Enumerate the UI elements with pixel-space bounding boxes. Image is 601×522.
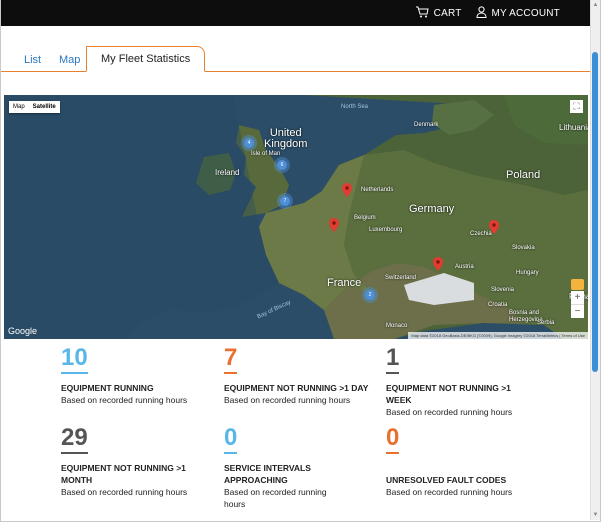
map-label-switzerland: Switzerland (385, 275, 417, 281)
map-label-isle-of-man: Isle of Man (251, 151, 281, 157)
stat-value: 0 (224, 425, 238, 454)
stat-subtitle: Based on recorded running hours (61, 487, 188, 497)
map-pin-icon[interactable] (342, 183, 352, 197)
stat-subtitle: Based on recorded running hours (224, 395, 351, 405)
cart-label: CART (433, 8, 462, 19)
map-pin-icon[interactable] (433, 257, 443, 271)
my-account-label: MY ACCOUNT (491, 8, 560, 19)
map-type-control: Map Satellite (9, 101, 60, 113)
map-label-croatia: Croatia (488, 302, 508, 308)
stat-value: 29 (61, 425, 88, 454)
map-type-satellite-button[interactable]: Satellite (29, 101, 60, 113)
map-label-slovenia: Slovenia (491, 287, 515, 293)
stat-subtitle: Based on recorded running hours (386, 407, 513, 417)
map-label-germany: Germany (409, 203, 455, 215)
map-label-lithuania: Lithuania (559, 123, 588, 132)
map-label-france: France (327, 277, 362, 289)
stat-equipment-running: 10 EQUIPMENT RUNNING Based on recorded r… (61, 345, 221, 406)
stat-unresolved-fault-codes: 0 UNRESOLVED FAULT CODES Based on record… (386, 425, 546, 498)
stat-title: UNRESOLVED FAULT CODES (386, 475, 507, 485)
stat-value: 1 (386, 345, 400, 374)
user-icon (475, 6, 487, 21)
zoom-in-button[interactable]: + (571, 291, 584, 304)
stat-subtitle: Based on recorded running hours (386, 487, 513, 497)
stat-title: EQUIPMENT NOT RUNNING >1 DAY (224, 383, 369, 393)
map-label-united-kingdom: United Kingdom (264, 127, 308, 150)
zoom-out-button[interactable]: − (571, 304, 584, 318)
fullscreen-icon[interactable]: ⛶ (570, 100, 583, 113)
map-label-luxembourg: Luxembourg (369, 227, 403, 233)
scroll-down-arrow-icon[interactable]: ▼ (591, 510, 600, 520)
map-label-ireland: Ireland (215, 168, 240, 177)
map-cluster-marker[interactable]: 7 (280, 196, 290, 206)
tab-list[interactable]: List (24, 48, 41, 72)
map-pin-icon[interactable] (329, 218, 339, 232)
my-account-link[interactable]: MY ACCOUNT (475, 6, 561, 21)
vertical-scrollbar[interactable]: ▲ ▼ (590, 0, 600, 520)
map-cluster-marker[interactable]: 4 (244, 138, 254, 148)
cart-icon (415, 6, 429, 21)
map-label-belgium: Belgium (354, 215, 376, 221)
map-cluster-marker[interactable]: 6 (277, 160, 287, 170)
stat-not-running-1-week: 1 EQUIPMENT NOT RUNNING >1 WEEK Based on… (386, 345, 521, 418)
scroll-up-arrow-icon[interactable]: ▲ (591, 0, 600, 10)
google-logo: Google (8, 326, 38, 336)
street-view-pegman-icon[interactable] (571, 279, 584, 290)
stat-title: EQUIPMENT NOT RUNNING >1 MONTH (61, 463, 186, 485)
top-bar: CART MY ACCOUNT (1, 0, 590, 26)
stat-title: SERVICE INTERVALS APPROACHING (224, 463, 311, 485)
map-label-slovakia: Slovakia (512, 245, 535, 251)
map-label-austria: Austria (455, 264, 474, 270)
map-label-denmark: Denmark (414, 122, 439, 128)
map-label-north-sea: North Sea (341, 104, 369, 110)
map-label-serbia: Serbia (537, 320, 555, 326)
stat-not-running-1-month: 29 EQUIPMENT NOT RUNNING >1 MONTH Based … (61, 425, 196, 498)
stat-title: EQUIPMENT NOT RUNNING >1 WEEK (386, 383, 511, 405)
stat-title: EQUIPMENT RUNNING (61, 383, 154, 393)
map-pin-icon[interactable] (489, 220, 499, 234)
map-label-poland: Poland (506, 169, 541, 181)
tab-bar: List Map My Fleet Statistics (1, 26, 590, 72)
map-label-netherlands: Netherlands (361, 187, 394, 193)
cart-link[interactable]: CART (415, 6, 462, 21)
stat-value: 7 (224, 345, 238, 374)
account-links: CART MY ACCOUNT (415, 6, 560, 21)
fleet-map[interactable]: Map Satellite ⛶ North Sea Denmark Lithua… (4, 95, 588, 339)
stat-subtitle: Based on recorded running hours (224, 487, 327, 509)
stat-value: 0 (386, 425, 400, 454)
stat-service-intervals: 0 SERVICE INTERVALS APPROACHING Based on… (224, 425, 344, 510)
map-label-hungary: Hungary (516, 270, 539, 276)
stat-value: 10 (61, 345, 88, 374)
zoom-control: + − (571, 291, 584, 318)
map-cluster-marker[interactable]: 2 (365, 290, 375, 300)
tab-my-fleet-statistics[interactable]: My Fleet Statistics (86, 46, 206, 72)
map-label-monaco: Monaco (386, 323, 408, 329)
tab-map[interactable]: Map (59, 48, 80, 72)
stat-not-running-1-day: 7 EQUIPMENT NOT RUNNING >1 DAY Based on … (224, 345, 384, 406)
stat-subtitle: Based on recorded running hours (61, 395, 188, 405)
scrollbar-thumb[interactable] (592, 52, 598, 372)
map-type-map-button[interactable]: Map (9, 101, 29, 113)
map-attribution: Map data ©2018 GeoBasis-DE/BKG (©2009), … (408, 332, 588, 339)
